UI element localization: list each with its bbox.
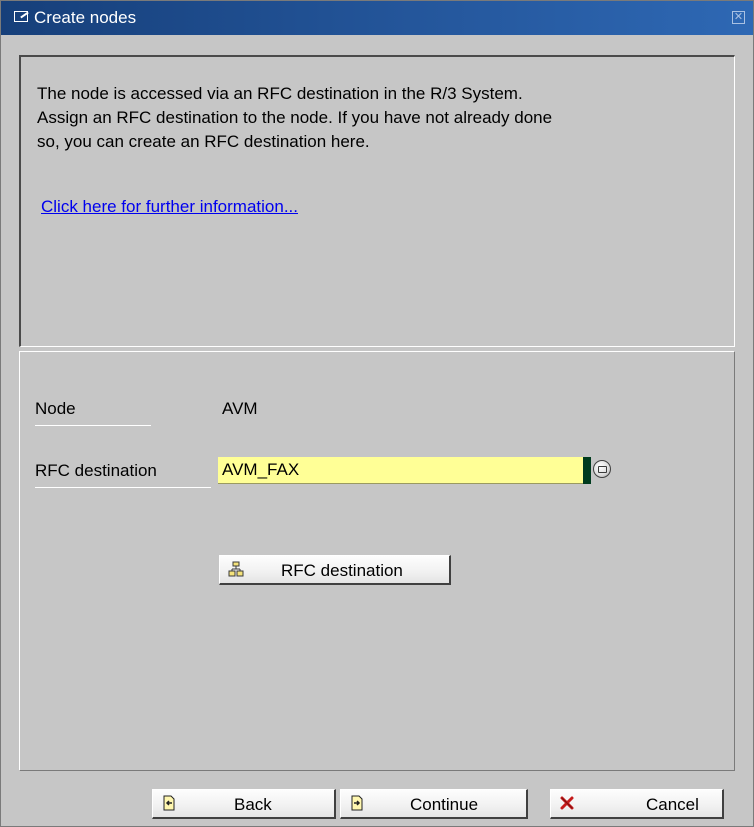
rfc-destination-button-label: RFC destination <box>281 561 403 580</box>
value-help-icon[interactable] <box>593 460 611 478</box>
cancel-button-label: Cancel <box>646 795 699 814</box>
rfc-destination-button[interactable]: RFC destination <box>219 555 451 585</box>
network-hierarchy-icon <box>228 561 244 577</box>
continue-button-label: Continue <box>410 795 479 814</box>
page-back-icon <box>163 795 175 811</box>
create-nodes-dialog: Create nodes ✕ The node is accessed via … <box>0 0 754 827</box>
close-icon[interactable]: ✕ <box>732 11 745 24</box>
info-text: The node is accessed via an RFC destinat… <box>37 84 553 151</box>
page-forward-icon <box>351 795 363 811</box>
info-panel: The node is accessed via an RFC destinat… <box>19 55 735 347</box>
title-bar[interactable]: Create nodes ✕ <box>1 1 753 35</box>
cancel-button[interactable]: Cancel <box>550 789 724 819</box>
node-label: Node <box>35 399 151 426</box>
red-x-icon <box>560 796 574 810</box>
node-value: AVM <box>222 399 258 418</box>
back-button[interactable]: Back <box>152 789 336 819</box>
window-title: Create nodes <box>34 8 137 27</box>
rfc-destination-input[interactable] <box>218 457 583 484</box>
back-button-label: Back <box>234 795 272 814</box>
window-icon <box>14 11 28 22</box>
rfc-destination-label: RFC destination <box>35 461 211 488</box>
input-help-marker <box>583 457 591 484</box>
continue-button[interactable]: Continue <box>340 789 528 819</box>
further-info-link[interactable]: Click here for further information... <box>41 197 298 217</box>
form-panel: Node AVM RFC destination RFC destination <box>19 351 735 771</box>
